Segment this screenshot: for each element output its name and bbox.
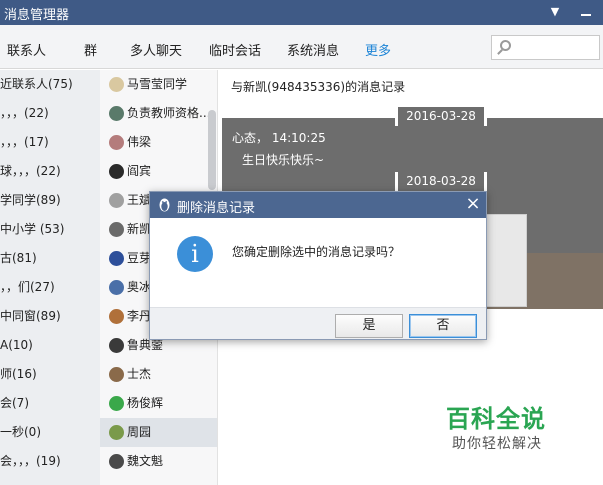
avatar: [109, 338, 124, 353]
contact-name: 豆芽: [127, 251, 152, 265]
dropdown-arrow-icon[interactable]: ▼: [546, 2, 564, 22]
search-input[interactable]: [491, 35, 600, 60]
contact-list-scrollbar[interactable]: [208, 110, 216, 190]
group-item[interactable]: ，，，(17): [0, 128, 100, 157]
tab-groups[interactable]: 群: [84, 40, 97, 59]
message-text: 生日快乐快乐~: [242, 153, 325, 167]
contact-item[interactable]: 魏文魁: [100, 447, 217, 476]
contact-item[interactable]: 周园: [100, 418, 217, 447]
minimize-icon[interactable]: [577, 2, 595, 22]
watermark: 百科全说 助你轻松解决: [430, 395, 580, 460]
group-item[interactable]: ，，，(22): [0, 99, 100, 128]
contact-name: 周园: [127, 425, 152, 439]
close-icon[interactable]: ×: [464, 194, 482, 214]
avatar: [109, 367, 124, 382]
window-titlebar: 消息管理器 ▼: [0, 0, 603, 25]
search-icon: [500, 40, 511, 51]
group-item[interactable]: 中同窗(89): [0, 302, 100, 331]
avatar: [109, 135, 124, 150]
record-header: 与新凯(948435336)的消息记录: [231, 80, 406, 94]
group-item[interactable]: ，，们(27): [0, 273, 100, 302]
no-button[interactable]: 否: [409, 314, 477, 338]
contact-name: 李丹: [127, 309, 152, 323]
watermark-subtitle: 助你轻松解决: [452, 436, 542, 452]
avatar: [109, 106, 124, 121]
group-item[interactable]: 一秒(0): [0, 418, 100, 447]
contact-name: 马雪莹同学: [127, 77, 188, 91]
avatar: [109, 396, 124, 411]
group-item[interactable]: 球，，，(22): [0, 157, 100, 186]
contact-name: 阎宾: [127, 164, 152, 178]
contact-name: 士杰: [127, 367, 152, 381]
category-tabbar: 联系人 群 多人聊天 临时会话 系统消息 更多: [0, 25, 603, 69]
contact-item[interactable]: 负责教师资格...: [100, 99, 217, 128]
dialog-footer: 是 否: [150, 307, 486, 339]
avatar: [109, 193, 124, 208]
tab-more[interactable]: 更多: [365, 40, 391, 59]
contact-name: 杨俊辉: [127, 396, 164, 410]
info-icon: i: [177, 236, 213, 272]
dialog-message: 您确定删除选中的消息记录吗？: [232, 245, 401, 259]
group-item[interactable]: 学同学(89): [0, 186, 100, 215]
contact-item[interactable]: 杨俊辉: [100, 389, 217, 418]
contact-name: 新凯: [127, 222, 152, 236]
date-divider: 2018-03-28: [395, 172, 487, 191]
tab-temp-session[interactable]: 临时会话: [209, 40, 261, 59]
avatar: [109, 251, 124, 266]
contact-item[interactable]: 马雪莹同学: [100, 70, 217, 99]
message-meta: 心态， 14:10:25: [232, 131, 326, 145]
group-item[interactable]: A(10): [0, 331, 100, 360]
tab-multi-chat[interactable]: 多人聊天: [130, 40, 182, 59]
group-item[interactable]: 会(7): [0, 389, 100, 418]
group-item[interactable]: 中小学 (53): [0, 215, 100, 244]
delete-confirm-dialog: 删除消息记录 × i 您确定删除选中的消息记录吗？ 是 否: [149, 191, 487, 340]
avatar: [109, 454, 124, 469]
yes-button[interactable]: 是: [335, 314, 403, 338]
group-item[interactable]: 师(16): [0, 360, 100, 389]
avatar: [109, 77, 124, 92]
contact-name: 王斌: [127, 193, 152, 207]
penguin-icon: [159, 198, 170, 212]
contact-name: 伟梁: [127, 135, 152, 149]
date-divider: 2016-03-28: [395, 107, 487, 126]
contact-name: 鲁典蓥: [127, 338, 164, 352]
dialog-title: 删除消息记录: [177, 201, 256, 216]
contact-name: 奥冰: [127, 280, 152, 294]
group-item[interactable]: 近联系人(75): [0, 70, 100, 99]
contact-item[interactable]: 阎宾: [100, 157, 217, 186]
contact-name: 负责教师资格...: [127, 106, 211, 120]
window-title: 消息管理器: [4, 8, 70, 23]
contact-item[interactable]: 伟梁: [100, 128, 217, 157]
group-item[interactable]: 古(81): [0, 244, 100, 273]
contact-name: 魏文魁: [127, 454, 164, 468]
contact-item[interactable]: 士杰: [100, 360, 217, 389]
tab-system-messages[interactable]: 系统消息: [287, 40, 339, 59]
avatar: [109, 425, 124, 440]
avatar: [109, 309, 124, 324]
avatar: [109, 280, 124, 295]
avatar: [109, 164, 124, 179]
watermark-title: 百科全说: [446, 405, 546, 433]
group-list: 近联系人(75) ，，，(22) ，，，(17) 球，，，(22) 学同学(89…: [0, 70, 100, 485]
group-item[interactable]: 会，，，(19): [0, 447, 100, 476]
dialog-titlebar: 删除消息记录 ×: [150, 192, 486, 218]
tab-contacts[interactable]: 联系人: [7, 40, 46, 59]
avatar: [109, 222, 124, 237]
